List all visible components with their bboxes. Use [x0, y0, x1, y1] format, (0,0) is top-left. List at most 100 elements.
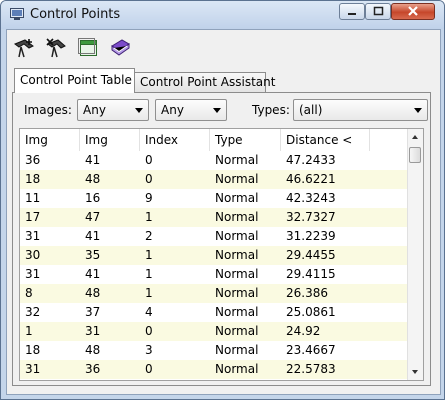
maximize-icon [373, 6, 384, 16]
cell-img-2: 41 [85, 229, 101, 243]
cell-distance: 47.2433 [286, 153, 336, 167]
table-row[interactable]: 18 48 0 Normal 46.6221 [20, 170, 410, 189]
cell-index: 0 [145, 362, 153, 376]
cell-img-2: 48 [85, 172, 101, 186]
cell-img-2: 48 [85, 286, 101, 300]
table-row[interactable]: 18 48 3 Normal 23.4667 [20, 341, 410, 360]
close-button[interactable] [391, 3, 435, 20]
cell-distance: 42.3243 [286, 191, 336, 205]
add-point-icon[interactable] [12, 36, 36, 60]
tab-control-point-table[interactable]: Control Point Table [14, 68, 135, 93]
cell-img-2: 47 [85, 210, 101, 224]
cell-img-1: 31 [25, 229, 41, 243]
cell-index: 1 [145, 210, 153, 224]
cell-img-1: 30 [25, 248, 41, 262]
control-points-table: Img Img Index Type Distance < 36 41 0 Norma… [19, 128, 424, 381]
tab-bar: Control Point Table Control Point Assist… [7, 68, 440, 93]
window-title: Control Points [30, 7, 121, 22]
table-row[interactable]: 32 37 4 Normal 25.0861 [20, 303, 410, 322]
cell-index: 3 [145, 343, 153, 357]
cell-img-1: 31 [25, 267, 41, 281]
cell-index: 1 [145, 286, 153, 300]
tab-control-point-assistant[interactable]: Control Point Assistant [134, 72, 275, 93]
window-icon[interactable] [76, 36, 100, 60]
cell-img-2: 36 [85, 362, 101, 376]
images-filter-a-value: Any [83, 103, 106, 117]
cell-img-1: 36 [25, 153, 41, 167]
cell-img-2: 41 [85, 267, 101, 281]
window-client-area: Control Point Table Control Point Assist… [6, 29, 441, 395]
column-header-img-1[interactable]: Img [20, 129, 80, 151]
table-row[interactable]: 17 47 1 Normal 32.7327 [20, 208, 410, 227]
cell-type: Normal [215, 172, 259, 186]
vertical-scrollbar[interactable] [407, 129, 423, 380]
cell-img-2: 41 [85, 153, 101, 167]
cell-index: 9 [145, 191, 153, 205]
cell-img-1: 18 [25, 343, 41, 357]
app-window-icon [10, 8, 24, 20]
table-row[interactable]: 31 41 1 Normal 29.4115 [20, 265, 410, 284]
cell-distance: 31.2239 [286, 229, 336, 243]
cell-img-1: 1 [25, 324, 33, 338]
cell-img-2: 37 [85, 305, 101, 319]
cell-type: Normal [215, 362, 259, 376]
scroll-up-arrow-icon[interactable] [408, 129, 423, 146]
table-row[interactable]: 1 31 0 Normal 24.92 [20, 322, 410, 341]
chevron-down-icon [414, 108, 422, 113]
images-filter-b-value: Any [161, 103, 184, 117]
cell-img-1: 18 [25, 172, 41, 186]
cell-type: Normal [215, 267, 259, 281]
scrollbar-thumb[interactable] [409, 147, 421, 163]
cell-index: 2 [145, 229, 153, 243]
cell-distance: 32.7327 [286, 210, 336, 224]
close-icon [408, 6, 418, 16]
table-header: Img Img Index Type Distance < [20, 129, 410, 151]
images-filter-b[interactable]: Any [155, 99, 227, 121]
scroll-down-arrow-icon[interactable] [408, 363, 423, 380]
column-header-img-2[interactable]: Img [80, 129, 140, 151]
chevron-down-icon [135, 108, 143, 113]
minimize-button[interactable] [339, 3, 365, 20]
column-header-distance[interactable]: Distance < [281, 129, 370, 151]
column-header-index[interactable]: Index [140, 129, 210, 151]
minimize-icon [348, 13, 356, 15]
cell-distance: 29.4455 [286, 248, 336, 262]
cell-type: Normal [215, 286, 259, 300]
cell-img-1: 32 [25, 305, 41, 319]
cell-index: 4 [145, 305, 153, 319]
table-body: 36 41 0 Normal 47.2433 18 48 0 Normal 46.6221 11 16… [20, 151, 410, 379]
toolbar [7, 30, 440, 66]
maximize-button[interactable] [365, 3, 391, 20]
cell-img-2: 16 [85, 191, 101, 205]
cell-index: 1 [145, 267, 153, 281]
table-row[interactable]: 31 36 0 Normal 22.5783 [20, 360, 410, 379]
cell-type: Normal [215, 305, 259, 319]
control-points-window: Control Points Control Point Table Contr… [0, 0, 445, 400]
cell-index: 0 [145, 172, 153, 186]
table-row[interactable]: 30 35 1 Normal 29.4455 [20, 246, 410, 265]
table-row[interactable]: 8 48 1 Normal 26.386 [20, 284, 410, 303]
cell-index: 0 [145, 324, 153, 338]
images-label: Images: [24, 103, 72, 117]
cell-img-2: 31 [85, 324, 101, 338]
book-icon[interactable] [108, 36, 132, 60]
cell-type: Normal [215, 210, 259, 224]
column-header-type[interactable]: Type [210, 129, 281, 151]
images-filter-a[interactable]: Any [77, 99, 149, 121]
cell-index: 0 [145, 153, 153, 167]
cell-distance: 46.6221 [286, 172, 336, 186]
table-row[interactable]: 31 41 2 Normal 31.2239 [20, 227, 410, 246]
table-row[interactable]: 11 16 9 Normal 42.3243 [20, 189, 410, 208]
cell-img-2: 35 [85, 248, 101, 262]
title-bar[interactable]: Control Points [1, 1, 444, 29]
remove-point-icon[interactable] [44, 36, 68, 60]
table-row[interactable]: 36 41 0 Normal 47.2433 [20, 151, 410, 170]
cell-img-1: 31 [25, 362, 41, 376]
cell-distance: 25.0861 [286, 305, 336, 319]
cell-type: Normal [215, 153, 259, 167]
cell-type: Normal [215, 248, 259, 262]
types-filter[interactable]: (all) [293, 99, 428, 121]
cell-type: Normal [215, 324, 259, 338]
cell-distance: 23.4667 [286, 343, 336, 357]
cell-img-1: 17 [25, 210, 41, 224]
